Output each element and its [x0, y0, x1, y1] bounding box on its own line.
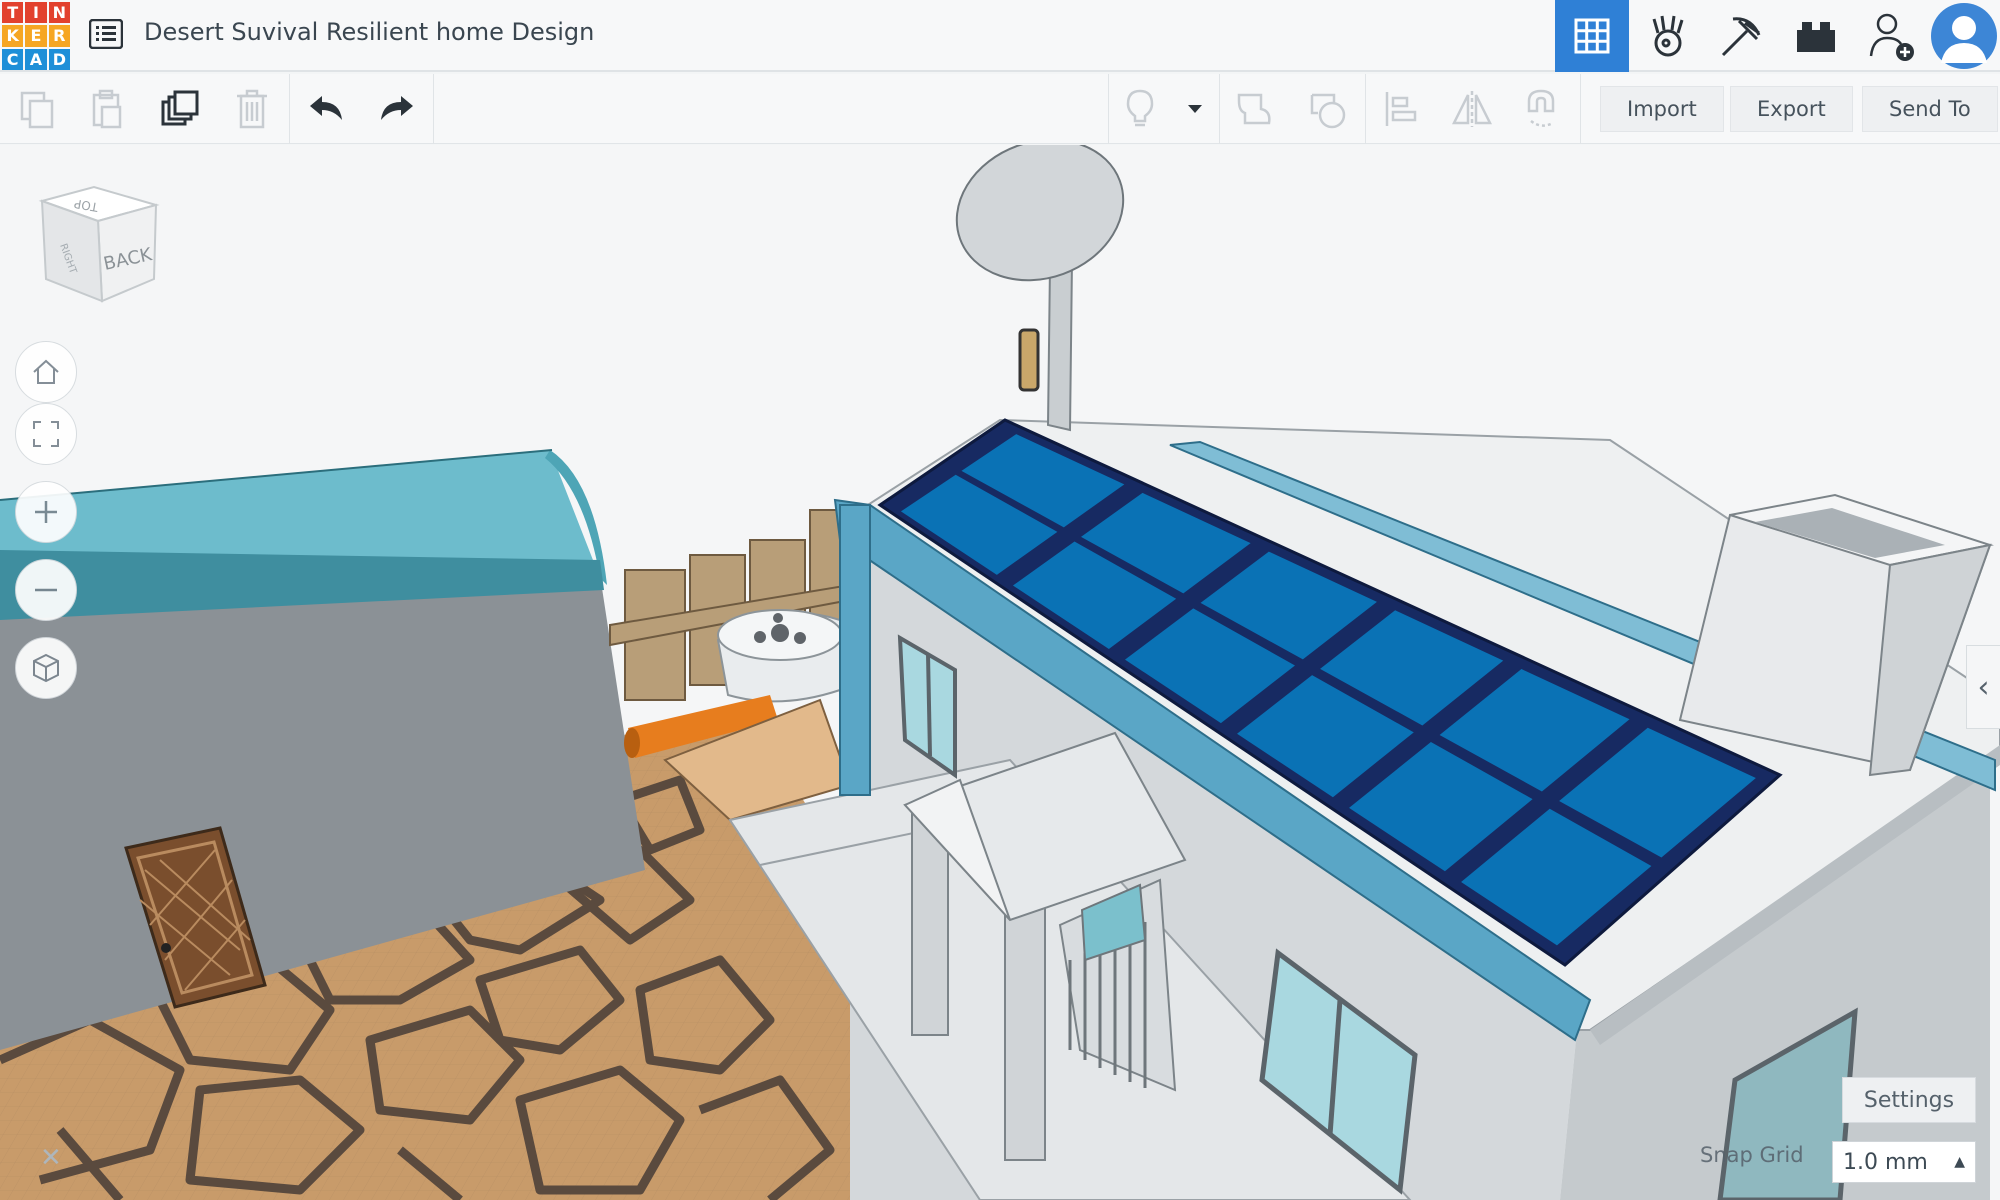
shapes-panel-toggle[interactable]: ‹ — [1966, 645, 2000, 729]
design-title[interactable]: Desert Suvival Resilient home Design — [144, 18, 594, 46]
undo-icon[interactable] — [291, 74, 361, 144]
user-avatar-icon[interactable] — [1928, 0, 2000, 72]
send-to-button[interactable]: Send To — [1862, 86, 1998, 132]
add-collaborator-icon[interactable] — [1855, 0, 1929, 72]
codeblocks-icon[interactable] — [1631, 0, 1705, 72]
ortho-view-button[interactable] — [15, 637, 77, 699]
delete-icon[interactable] — [217, 74, 287, 144]
toolbar-separator — [289, 74, 290, 144]
redo-icon[interactable] — [362, 74, 432, 144]
home-view-button[interactable] — [15, 341, 77, 403]
logo-letter: I — [25, 2, 47, 24]
zoom-out-button[interactable] — [15, 559, 77, 621]
duplicate-icon[interactable] — [145, 74, 215, 144]
snap-grid-select[interactable]: 1.0 mm ▲ — [1832, 1141, 1976, 1183]
design-menu-icon[interactable] — [86, 14, 126, 54]
tinkercad-logo[interactable]: TIN KER CAD — [2, 2, 70, 70]
fit-view-button[interactable] — [15, 403, 77, 465]
logo-letter: K — [2, 25, 24, 47]
logo-letter: E — [25, 25, 47, 47]
import-button[interactable]: Import — [1600, 86, 1724, 132]
mirror-icon[interactable] — [1437, 74, 1507, 144]
export-button[interactable]: Export — [1730, 86, 1853, 132]
home-icon — [33, 359, 59, 384]
logo-letter: R — [48, 25, 70, 47]
copy-icon[interactable] — [2, 74, 72, 144]
logo-letter: N — [48, 2, 70, 24]
logo-letter: D — [48, 48, 70, 70]
workplane-viewport[interactable]: TOP BACK RIGHT ‹ Settings Snap Grid 1.0 … — [0, 145, 2000, 1200]
align-icon[interactable] — [1366, 74, 1436, 144]
group-icon[interactable] — [1220, 74, 1290, 144]
minecraft-pickaxe-icon[interactable] — [1705, 0, 1779, 72]
snap-grid-label: Snap Grid — [1700, 1143, 1804, 1167]
view-cube[interactable]: TOP BACK RIGHT — [36, 183, 160, 313]
fit-view-icon — [33, 421, 59, 447]
close-icon[interactable]: ✕ — [40, 1143, 62, 1173]
logo-letter: C — [2, 48, 24, 70]
caret-up-icon: ▲ — [1954, 1154, 1965, 1170]
toolbar-separator — [1580, 74, 1581, 144]
magnet-icon[interactable] — [1508, 74, 1578, 144]
paste-icon[interactable] — [72, 74, 142, 144]
3d-design-icon[interactable] — [1555, 0, 1629, 72]
lego-brick-icon[interactable] — [1779, 0, 1853, 72]
ungroup-icon[interactable] — [1293, 74, 1363, 144]
light-dropdown-icon[interactable] — [1172, 74, 1218, 144]
snap-grid-value: 1.0 mm — [1843, 1149, 1928, 1175]
ortho-icon — [33, 653, 59, 683]
zoom-in-icon — [35, 501, 57, 523]
edit-toolbar: Import Export Send To — [0, 74, 2000, 144]
satellite-dish[interactable] — [937, 145, 1143, 432]
top-header: TIN KER CAD Desert Suvival Resilient home … — [0, 0, 2000, 72]
light-icon[interactable] — [1107, 74, 1173, 144]
tinkercad-editor: TIN KER CAD Desert Suvival Resilient home … — [0, 0, 2000, 1200]
water-tank[interactable] — [716, 609, 843, 703]
logo-letter: A — [25, 48, 47, 70]
zoom-in-button[interactable] — [15, 481, 77, 543]
settings-button[interactable]: Settings — [1842, 1077, 1976, 1123]
logo-letter: T — [2, 2, 24, 24]
toolbar-separator — [433, 74, 434, 144]
3d-scene[interactable] — [0, 145, 2000, 1200]
zoom-out-icon — [35, 588, 57, 592]
